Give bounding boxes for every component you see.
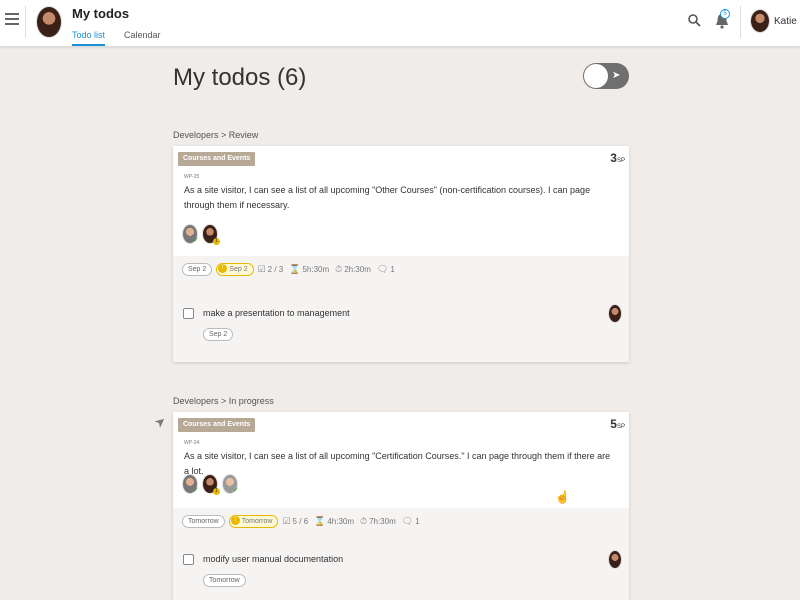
checklist-icon: ☑ xyxy=(257,263,266,274)
stopwatch-icon: ⏱ xyxy=(335,263,343,274)
user-name[interactable]: Katie xyxy=(774,16,797,27)
comment-icon: 🗨 xyxy=(401,515,414,526)
estimate: ⌛ 5h:30m xyxy=(289,264,329,275)
stopwatch-icon: ⏱ xyxy=(360,515,368,526)
warning-icon: ! xyxy=(230,516,240,526)
tab-calendar[interactable]: Calendar xyxy=(124,30,161,40)
hand-cursor-icon: ☝ xyxy=(555,490,570,504)
user-avatar[interactable] xyxy=(750,9,770,33)
time-spent: ⏱ 7h:30m xyxy=(360,516,396,527)
pin-icon: ➤ xyxy=(612,70,621,81)
top-bar: My todos Todo list Calendar 5 Katie xyxy=(0,0,800,47)
card-code: WP-24 xyxy=(184,440,200,446)
subtask-assignee-avatar[interactable] xyxy=(608,550,622,569)
subtask-item: modify user manual documentation Tomorro… xyxy=(182,550,622,587)
points-unit: SP xyxy=(616,424,625,430)
due-date-pill[interactable]: Sep 2 xyxy=(182,262,213,276)
estimate-value: 4h:30m xyxy=(327,516,355,526)
group-label: Developers > In progress xyxy=(173,396,274,406)
hourglass-icon: ⌛ xyxy=(289,263,301,274)
divider xyxy=(25,6,26,38)
checklist-icon: ☑ xyxy=(282,515,291,526)
estimate-value: 5h:30m xyxy=(302,264,330,274)
comment-count: 1 xyxy=(415,516,420,526)
app-title: My todos xyxy=(72,6,130,21)
subtask-assignee-avatar[interactable] xyxy=(608,304,622,323)
drag-pin-icon[interactable]: ➤ xyxy=(151,412,170,431)
card-footer: Tomorrow ! Tomorrow ☑ 5 / 6 ⌛ 4h:30m ⏱ 7h:30… xyxy=(173,508,629,600)
comments[interactable]: 🗨 1 xyxy=(377,264,395,275)
subtask-item: make a presentation to management Sep 2 xyxy=(182,304,622,341)
tab-todo-list[interactable]: Todo list xyxy=(72,30,106,46)
card-body: Courses and Events 3SP WP-25 As a site v… xyxy=(173,146,629,256)
subtask-date-pill[interactable]: Tomorrow xyxy=(203,574,246,587)
subtask-text[interactable]: modify user manual documentation xyxy=(203,554,343,564)
time-spent: ⏱ 2h:30m xyxy=(335,264,371,275)
notification-badge: 5 xyxy=(720,9,730,19)
page-title: My todos (6) xyxy=(173,64,307,91)
story-points: 5SP xyxy=(610,417,625,431)
card-code: WP-25 xyxy=(184,174,200,180)
app-avatar xyxy=(36,6,62,38)
card-footer: Sep 2 ! Sep 2 ☑ 2 / 3 ⌛ 5h:30m ⏱ 2h:30m 🗨 1 m… xyxy=(173,256,629,362)
group-label: Developers > Review xyxy=(173,130,259,140)
pin-toggle[interactable]: ➤ xyxy=(583,63,629,89)
story-points: 3SP xyxy=(610,151,625,165)
subtask-checkbox[interactable] xyxy=(183,554,194,565)
comment-icon: 🗨 xyxy=(376,263,389,274)
subtask-checkbox[interactable] xyxy=(183,308,194,319)
search-icon[interactable] xyxy=(688,14,701,27)
check-icon: ✓ xyxy=(233,487,239,494)
card-description[interactable]: As a site visitor, I can see a list of a… xyxy=(184,183,614,213)
todo-card[interactable]: Courses and Events 5SP WP-24 As a site v… xyxy=(173,412,629,600)
estimate: ⌛ 4h:30m xyxy=(314,516,354,527)
warn-date-pill[interactable]: ! Sep 2 xyxy=(216,262,254,276)
spent-value: 2h:30m xyxy=(344,264,371,274)
card-meta: Tomorrow ! Tomorrow ☑ 5 / 6 ⌛ 4h:30m ⏱ 7h:30… xyxy=(182,514,426,528)
hourglass-icon: ⌛ xyxy=(314,515,326,526)
check-icon: ✓ xyxy=(193,487,199,494)
warn-date-pill[interactable]: ! Tomorrow xyxy=(228,514,279,528)
warning-icon: ! xyxy=(218,264,228,274)
category-tag[interactable]: Courses and Events xyxy=(178,152,256,166)
check-icon: ✓ xyxy=(193,237,199,244)
checklist-progress: ☑ 2 / 3 xyxy=(258,264,284,275)
points-value: 5 xyxy=(610,417,617,431)
subtask-text[interactable]: make a presentation to management xyxy=(203,308,350,318)
hamburger-menu-icon[interactable] xyxy=(5,13,19,27)
card-description[interactable]: As a site visitor, I can see a list of a… xyxy=(184,449,614,479)
checklist-value: 2 / 3 xyxy=(267,264,284,274)
category-tag[interactable]: Courses and Events xyxy=(178,418,256,432)
comment-count: 1 xyxy=(390,264,395,274)
points-unit: SP xyxy=(616,158,625,164)
points-value: 3 xyxy=(610,151,617,165)
spent-value: 7h:30m xyxy=(369,516,396,526)
todo-card[interactable]: Courses and Events 3SP WP-25 As a site v… xyxy=(173,146,629,362)
toggle-knob xyxy=(584,64,608,88)
warn-date-text: Tomorrow xyxy=(241,517,273,525)
comments[interactable]: 🗨 1 xyxy=(402,516,420,527)
subtask-date-pill[interactable]: Sep 2 xyxy=(203,328,234,341)
due-date-pill[interactable]: Tomorrow xyxy=(182,514,225,528)
divider xyxy=(740,6,741,38)
checklist-progress: ☑ 5 / 6 xyxy=(282,516,308,527)
member-badge: 1 xyxy=(213,238,220,245)
warn-date-text: Sep 2 xyxy=(229,265,248,273)
checklist-value: 5 / 6 xyxy=(292,516,309,526)
member-badge: 1 xyxy=(213,488,220,495)
card-meta: Sep 2 ! Sep 2 ☑ 2 / 3 ⌛ 5h:30m ⏱ 2h:30m 🗨 1 xyxy=(182,262,401,276)
